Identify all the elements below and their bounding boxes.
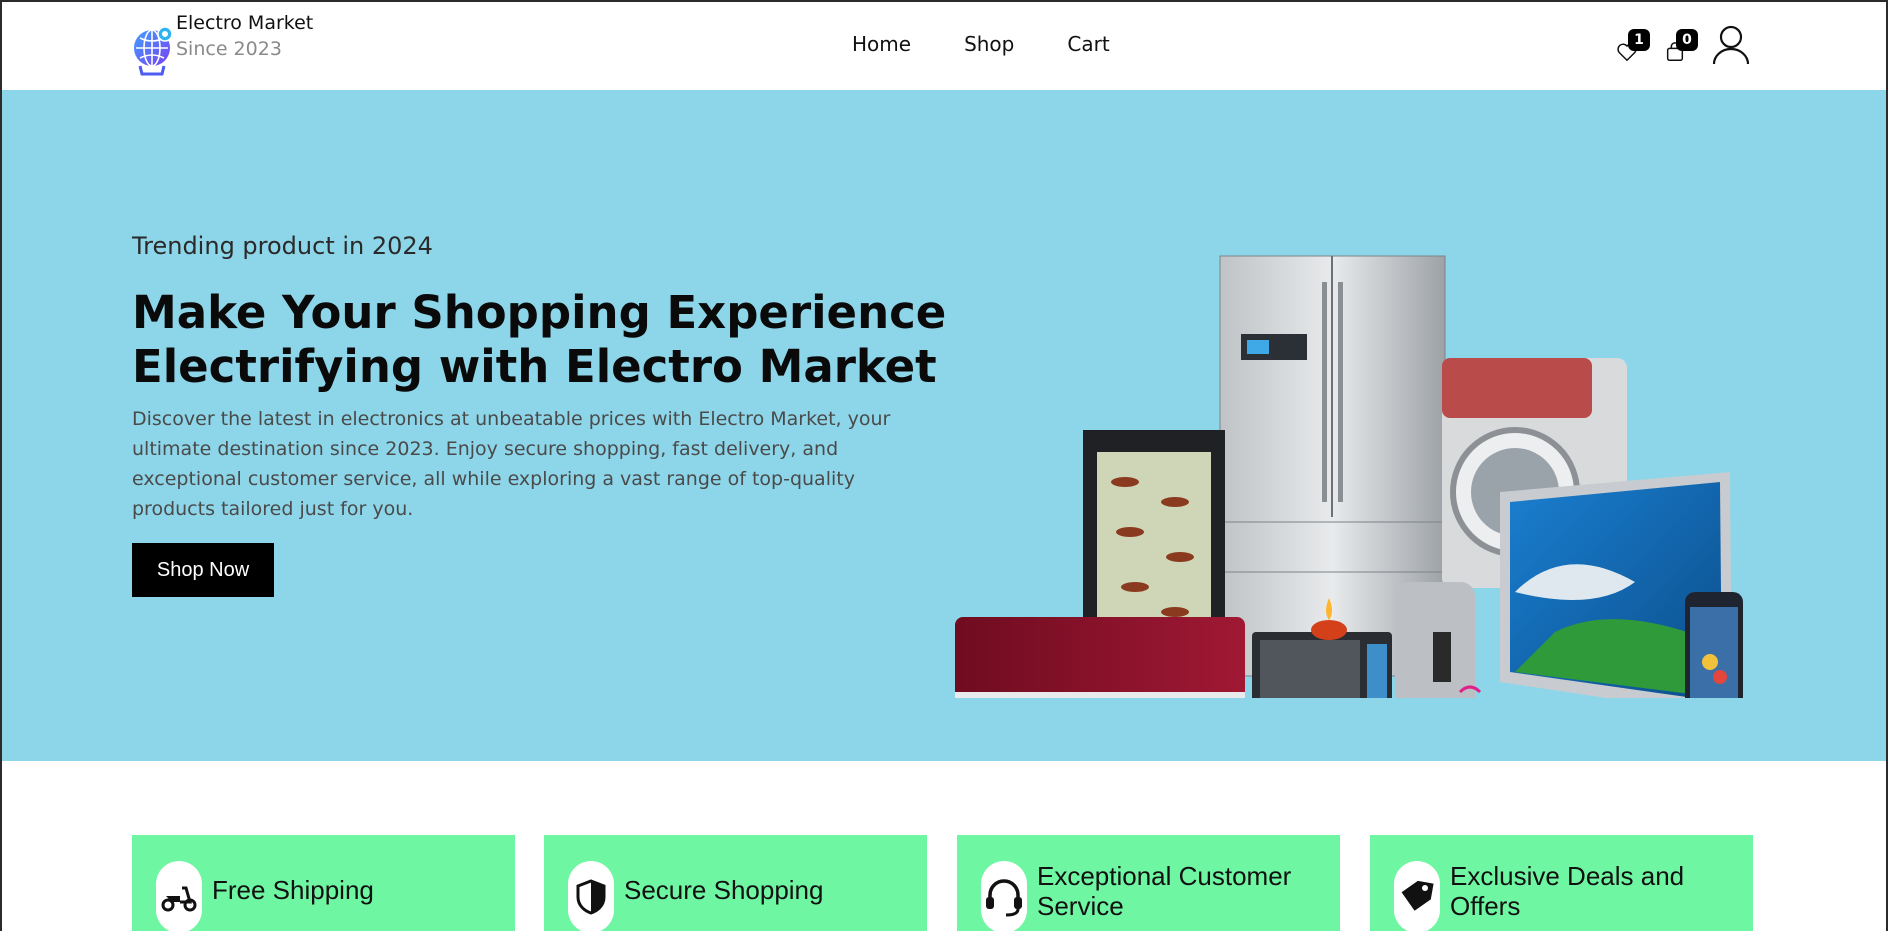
feature-icon-wrap bbox=[1394, 861, 1440, 931]
scooter-icon bbox=[161, 886, 197, 912]
hero-title: Make Your Shopping Experience Electrifyi… bbox=[132, 286, 947, 393]
main-nav: Home Shop Cart bbox=[852, 32, 1163, 56]
features-strip: Free Shipping Secure Shopping Exceptiona… bbox=[132, 835, 1753, 931]
hero-description: Discover the latest in electronics at un… bbox=[132, 408, 891, 520]
shield-icon bbox=[576, 879, 606, 915]
brand-tagline: Since 2023 bbox=[176, 38, 282, 60]
site-header: Electro Market Since 2023 Home Shop Cart… bbox=[0, 0, 1888, 90]
feature-card-customer-service: Exceptional Customer Service bbox=[957, 835, 1340, 931]
shop-now-button[interactable]: Shop Now bbox=[132, 543, 274, 597]
nav-home[interactable]: Home bbox=[852, 32, 911, 56]
wishlist-button[interactable]: 1 bbox=[1612, 27, 1650, 63]
cart-count-badge: 0 bbox=[1676, 29, 1698, 51]
feature-label: Exceptional Customer Service bbox=[1037, 861, 1292, 921]
hero-subtitle: Trending product in 2024 bbox=[132, 232, 433, 260]
nav-cart[interactable]: Cart bbox=[1067, 32, 1109, 56]
feature-label: Free Shipping bbox=[212, 875, 374, 905]
user-account-icon[interactable] bbox=[1712, 24, 1750, 66]
feature-label: Secure Shopping bbox=[624, 875, 824, 905]
cart-button[interactable]: 0 bbox=[1660, 27, 1698, 63]
brand[interactable]: Electro Market Since 2023 bbox=[132, 12, 313, 78]
nav-shop[interactable]: Shop bbox=[964, 32, 1014, 56]
brand-name: Electro Market bbox=[176, 12, 314, 34]
feature-icon-wrap bbox=[981, 861, 1027, 931]
feature-card-free-shipping: Free Shipping bbox=[132, 835, 515, 931]
feature-card-exclusive-deals: Exclusive Deals and Offers bbox=[1370, 835, 1753, 931]
tag-icon bbox=[1401, 880, 1434, 911]
appliances-collage-image bbox=[955, 255, 1743, 698]
headset-icon bbox=[986, 879, 1022, 917]
feature-card-secure-shopping: Secure Shopping bbox=[544, 835, 927, 931]
hero-banner: Trending product in 2024 Make Your Shopp… bbox=[0, 90, 1888, 761]
feature-label: Exclusive Deals and Offers bbox=[1450, 861, 1685, 921]
header-actions: 1 0 bbox=[1594, 24, 1750, 66]
feature-icon-wrap bbox=[156, 861, 202, 931]
globe-cart-logo-icon bbox=[134, 26, 173, 76]
wishlist-count-badge: 1 bbox=[1628, 29, 1650, 51]
feature-icon-wrap bbox=[568, 861, 614, 931]
